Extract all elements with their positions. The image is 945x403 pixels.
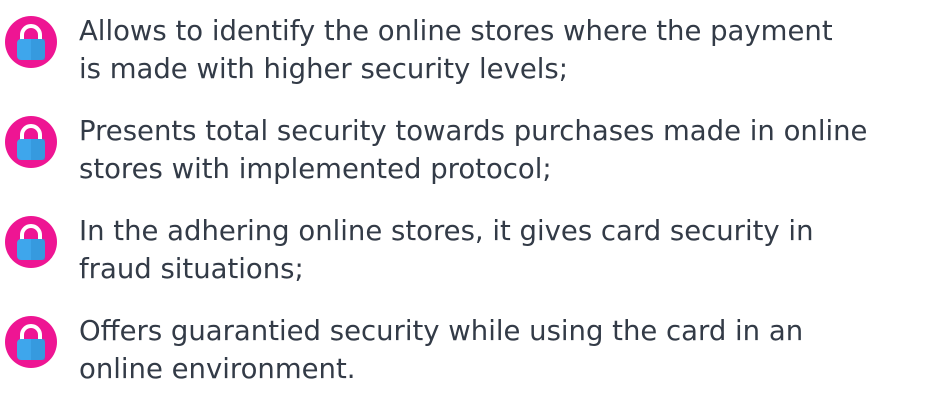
feature-text-line: online environment. xyxy=(79,353,356,385)
list-item: Offers guarantied security while using t… xyxy=(0,312,945,392)
padlock-icon xyxy=(5,16,57,68)
feature-text-line: stores with implemented protocol; xyxy=(79,153,552,185)
feature-text-line: Allows to identify the online stores whe… xyxy=(79,15,833,47)
feature-list: Allows to identify the online stores whe… xyxy=(0,0,945,403)
feature-text: Offers guarantied security while using t… xyxy=(79,312,941,388)
padlock-icon xyxy=(5,316,57,368)
padlock-icon xyxy=(5,116,57,168)
feature-text-line: In the adhering online stores, it gives … xyxy=(79,215,814,247)
list-item: In the adhering online stores, it gives … xyxy=(0,212,945,292)
feature-text-line: Presents total security towards purchase… xyxy=(79,115,868,147)
feature-text-line: is made with higher security levels; xyxy=(79,53,568,85)
padlock-icon xyxy=(5,216,57,268)
list-item: Presents total security towards purchase… xyxy=(0,112,945,192)
list-item: Allows to identify the online stores whe… xyxy=(0,12,945,92)
feature-text: Presents total security towards purchase… xyxy=(79,112,941,188)
feature-text: Allows to identify the online stores whe… xyxy=(79,12,941,88)
feature-text: In the adhering online stores, it gives … xyxy=(79,212,941,288)
feature-text-line: fraud situations; xyxy=(79,253,304,285)
feature-text-line: Offers guarantied security while using t… xyxy=(79,315,804,347)
